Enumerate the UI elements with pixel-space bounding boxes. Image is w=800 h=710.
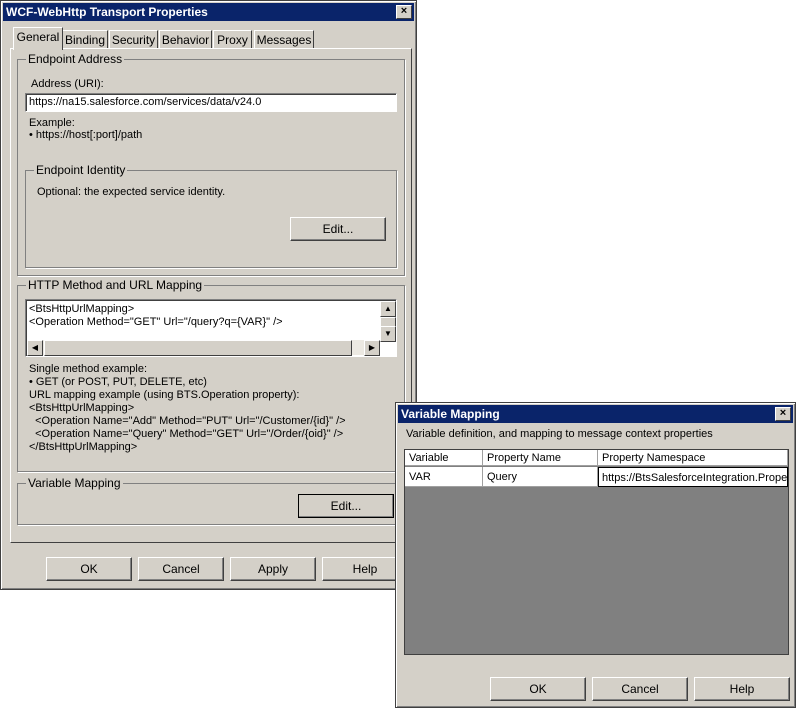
window-title: WCF-WebHttp Transport Properties [6, 5, 208, 19]
column-header-variable[interactable]: Variable [405, 450, 483, 466]
tab-messages-label: Messages [256, 33, 312, 47]
address-value: https://na15.salesforce.com/services/dat… [29, 96, 262, 108]
endpoint-identity-label: Endpoint Identity [34, 163, 128, 177]
url-mapping-line-1: <BtsHttpUrlMapping> [29, 303, 135, 315]
cancel-label: Cancel [162, 562, 200, 576]
dialog-cancel-label: Cancel [621, 682, 659, 696]
cell-property-name[interactable]: Query [483, 467, 598, 487]
apply-button[interactable]: Apply [230, 557, 316, 581]
close-button[interactable]: × [396, 5, 412, 19]
tab-general-label: General [16, 30, 60, 44]
identity-edit-button[interactable]: Edit... [290, 217, 386, 241]
dialog-title-bar[interactable]: Variable Mapping × [398, 405, 793, 423]
cell-variable-value: VAR [409, 471, 431, 483]
cell-property-namespace[interactable]: https://BtsSalesforceIntegration.Proper [598, 467, 788, 487]
close-icon: × [779, 407, 787, 419]
mapping-help-line-6: <Operation Name="Query" Method="GET" Url… [29, 428, 344, 440]
window-title-bar[interactable]: WCF-WebHttp Transport Properties × [3, 3, 414, 21]
http-mapping-label: HTTP Method and URL Mapping [26, 278, 205, 292]
dialog-cancel-button[interactable]: Cancel [592, 677, 688, 701]
cell-variable[interactable]: VAR [405, 467, 483, 487]
address-label: Address (URI): [31, 78, 104, 90]
scroll-right-icon: ▶ [368, 343, 376, 352]
column-property-name-label: Property Name [487, 452, 561, 464]
scroll-down-button[interactable]: ▼ [380, 326, 396, 342]
dialog-description: Variable definition, and mapping to mess… [406, 428, 713, 440]
variable-edit-label: Edit... [330, 499, 362, 513]
tab-general[interactable]: General [13, 27, 63, 50]
mapping-help-line-1: Single method example: [29, 363, 148, 375]
url-mapping-line-2: <Operation Method="GET" Url="/query?q={V… [29, 316, 283, 328]
tab-messages[interactable]: Messages [254, 30, 314, 49]
url-mapping-textarea[interactable]: <BtsHttpUrlMapping> <Operation Method="G… [25, 299, 397, 357]
dialog-help-button[interactable]: Help [694, 677, 790, 701]
mapping-help-line-2: • GET (or POST, PUT, DELETE, etc) [29, 376, 207, 388]
column-header-property-namespace[interactable]: Property Namespace [598, 450, 788, 466]
tab-security[interactable]: Security [109, 30, 158, 49]
cell-property-namespace-value: https://BtsSalesforceIntegration.Proper [602, 472, 788, 484]
ok-label: OK [80, 562, 98, 576]
example-text: • https://host[:port]/path [29, 129, 143, 141]
mapping-help-line-4: <BtsHttpUrlMapping> [29, 402, 135, 414]
identity-description: Optional: the expected service identity. [37, 186, 226, 198]
tab-behavior-label: Behavior [161, 33, 210, 47]
identity-edit-label: Edit... [322, 222, 354, 236]
tab-binding[interactable]: Binding [62, 30, 108, 49]
tab-proxy-label: Proxy [217, 33, 248, 47]
scroll-down-icon: ▼ [384, 329, 392, 338]
dialog-ok-button[interactable]: OK [490, 677, 586, 701]
dialog-title: Variable Mapping [401, 407, 500, 421]
tab-proxy[interactable]: Proxy [213, 30, 252, 49]
scroll-right-button[interactable]: ▶ [364, 340, 380, 356]
endpoint-address-label: Endpoint Address [26, 52, 125, 66]
cancel-button[interactable]: Cancel [138, 557, 224, 581]
mapping-help-line-5: <Operation Name="Add" Method="PUT" Url="… [29, 415, 346, 427]
scroll-left-icon: ◀ [31, 343, 39, 352]
tab-security-label: Security [111, 33, 156, 47]
dialog-close-button[interactable]: × [775, 407, 791, 421]
column-header-property-name[interactable]: Property Name [483, 450, 598, 466]
ok-button[interactable]: OK [46, 557, 132, 581]
variable-mapping-edit-button[interactable]: Edit... [298, 494, 394, 518]
mapping-help-line-3: URL mapping example (using BTS.Operation… [29, 389, 300, 401]
help-label: Help [352, 562, 378, 576]
transport-properties-window: WCF-WebHttp Transport Properties × Gener… [0, 0, 417, 590]
horizontal-scroll-thumb[interactable] [44, 340, 352, 356]
column-variable-label: Variable [409, 452, 449, 464]
variable-mapping-grid[interactable]: Variable Property Name Property Namespac… [404, 449, 789, 655]
tab-behavior[interactable]: Behavior [159, 30, 212, 49]
variable-mapping-dialog: Variable Mapping × Variable definition, … [395, 402, 796, 708]
tab-binding-label: Binding [64, 33, 106, 47]
address-input[interactable]: https://na15.salesforce.com/services/dat… [25, 93, 397, 112]
close-icon: × [400, 5, 408, 17]
column-property-namespace-label: Property Namespace [602, 452, 706, 464]
mapping-help-line-7: </BtsHttpUrlMapping> [29, 441, 138, 453]
dialog-ok-label: OK [529, 682, 547, 696]
cell-property-name-value: Query [487, 471, 517, 483]
scroll-left-button[interactable]: ◀ [27, 340, 43, 356]
scroll-up-icon: ▲ [384, 304, 392, 313]
apply-label: Apply [257, 562, 289, 576]
scroll-up-button[interactable]: ▲ [380, 301, 396, 317]
dialog-help-label: Help [729, 682, 755, 696]
variable-mapping-label: Variable Mapping [26, 476, 123, 490]
